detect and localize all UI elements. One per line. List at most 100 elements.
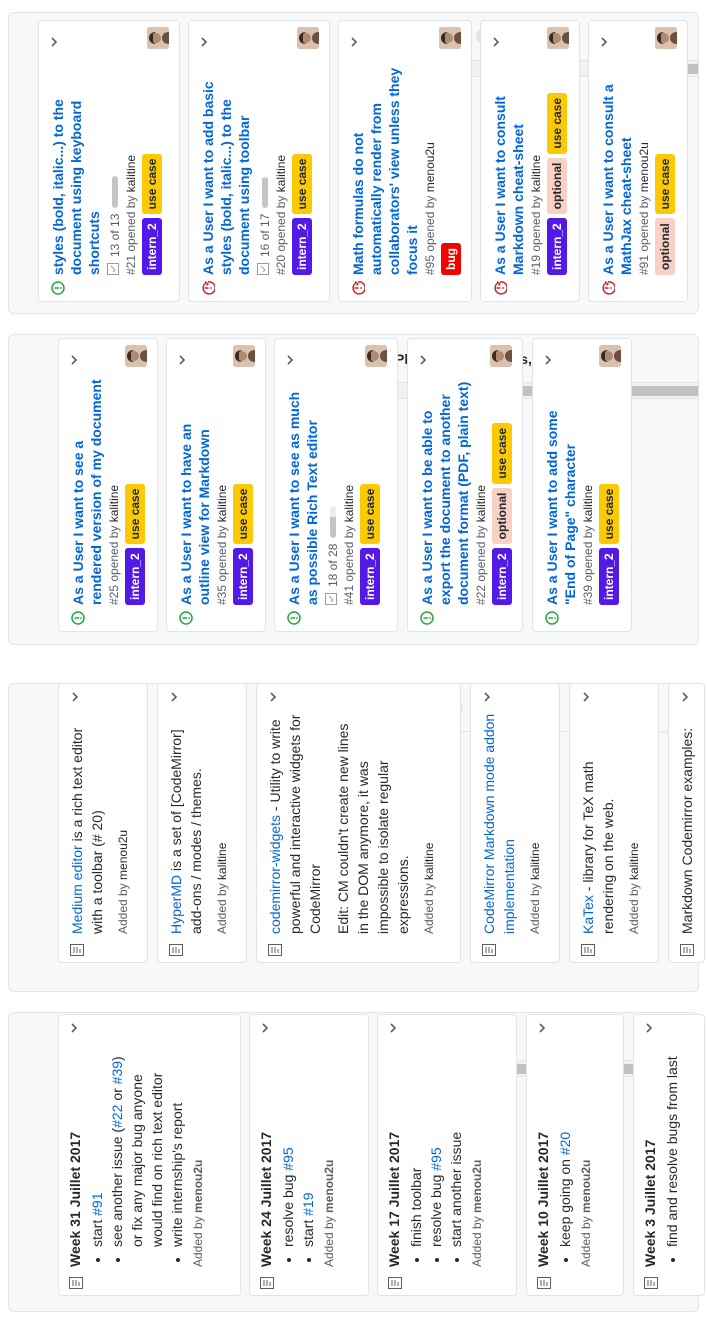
issue-number[interactable]: #19 [529,252,543,275]
label-use-case[interactable]: use case [292,153,312,215]
label-use-case[interactable]: use case [233,483,253,545]
added-by-user[interactable]: menou2u [579,1160,593,1213]
added-by-user[interactable]: menou2u [470,1160,484,1213]
card-menu-chevron-icon[interactable] [677,690,691,704]
card-menu-chevron-icon[interactable] [386,1021,400,1035]
issue-link[interactable]: #19 [300,1193,316,1216]
issue-author[interactable]: kalitine [581,485,595,522]
label-use-case[interactable]: use case [547,92,567,154]
issue-title[interactable]: As a User I want to add basic styles (bo… [199,61,253,275]
issue-number[interactable]: #21 [124,252,138,275]
card-menu-chevron-icon[interactable] [535,1021,549,1035]
issue-link[interactable]: #91 [89,1193,105,1216]
issue-link[interactable]: #22 [109,1105,125,1128]
issue-title[interactable]: As a User I want to add some "End of Pag… [543,379,579,606]
card-menu-chevron-icon[interactable] [175,353,189,367]
roadmap-note-card[interactable]: Week 3 Juillet 2017 find and resolve bugs… [633,1014,705,1296]
issue-number[interactable]: #35 [215,582,229,605]
avatar[interactable] [297,27,319,49]
label-intern_2[interactable]: intern_2 [599,548,619,605]
label-use-case[interactable]: use case [125,483,145,545]
card-menu-chevron-icon[interactable] [416,353,430,367]
issue-author[interactable]: kalitine [107,485,121,522]
plugin-note-card[interactable]: Medium editor is a rich text editor with… [58,683,148,963]
roadmap-note-card[interactable]: Week 17 Juillet 2017finish toolbarresolv… [377,1014,517,1296]
issue-card[interactable]: As a User I want to be able to export th… [407,338,523,632]
label-intern_2[interactable]: intern_2 [142,218,162,275]
roadmap-note-card[interactable]: Week 31 Juillet 2017start #91see another… [58,1014,241,1296]
avatar[interactable] [547,27,569,49]
label-use-case[interactable]: use case [599,483,619,545]
issue-link[interactable]: #95 [280,1147,296,1170]
avatar[interactable] [365,345,387,367]
issue-link[interactable]: #95 [428,1147,444,1170]
issue-title[interactable]: As a User I want to be able to export th… [418,379,472,605]
issue-author[interactable]: kalitine [474,485,488,522]
issue-title[interactable]: As a User I want to see a rendered versi… [69,379,105,605]
added-by-user[interactable]: kalitine [215,843,229,880]
plugin-note-card[interactable]: CodeMirror Markdown mode addon implement… [470,683,560,963]
issue-author[interactable]: kalitine [215,485,229,522]
issue-author[interactable]: menou2u [637,142,651,192]
card-menu-chevron-icon[interactable] [541,353,555,367]
card-menu-chevron-icon[interactable] [67,690,81,704]
issue-card[interactable]: As a User I want to consult Markdown che… [480,20,580,302]
added-by-user[interactable]: menou2u [191,1160,205,1213]
added-by-user[interactable]: menou2u [116,830,130,880]
issue-number[interactable]: #39 [581,582,595,605]
avatar[interactable] [599,345,621,367]
issue-title[interactable]: As a User I want to consult Markdown che… [491,61,527,275]
card-menu-chevron-icon[interactable] [166,690,180,704]
card-menu-chevron-icon[interactable] [67,353,81,367]
card-menu-chevron-icon[interactable] [265,690,279,704]
resource-link[interactable]: KaTex [580,895,596,934]
label-optional[interactable]: optional [655,218,675,275]
issue-author[interactable]: kalitine [124,155,138,192]
card-menu-chevron-icon[interactable] [479,690,493,704]
issue-title[interactable]: styles (bold, italic...) to the document… [49,61,103,275]
avatar[interactable] [490,345,512,367]
issue-card[interactable]: As a User I want to have an outline view… [166,338,266,632]
label-intern_2[interactable]: intern_2 [492,548,512,605]
card-menu-chevron-icon[interactable] [197,35,211,49]
card-menu-chevron-icon[interactable] [489,35,503,49]
avatar[interactable] [125,345,147,367]
added-by-user[interactable]: menou2u [322,1160,336,1213]
card-menu-chevron-icon[interactable] [283,353,297,367]
label-intern_2[interactable]: intern_2 [233,548,253,605]
issue-number[interactable]: #95 [423,252,437,275]
issue-title[interactable]: As a User I want to have an outline view… [177,379,213,605]
label-use-case[interactable]: use case [655,153,675,215]
issue-number[interactable]: #91 [637,252,651,275]
added-by-user[interactable]: kalitine [528,843,542,880]
issue-title[interactable]: As a User I want to see as much as possi… [285,379,321,605]
issue-number[interactable]: #41 [342,582,356,605]
avatar[interactable] [655,27,677,49]
card-menu-chevron-icon[interactable] [347,35,361,49]
plugin-note-card[interactable]: codemirror-widgets - Utility to write po… [256,683,461,963]
label-intern_2[interactable]: intern_2 [360,548,380,605]
plugin-note-card[interactable]: KaTex - library for TeX math rendering o… [569,683,659,963]
issue-card[interactable]: As a User I want to see as much as possi… [274,338,398,632]
issue-card[interactable]: As a User I want to add some "End of Pag… [532,338,632,632]
label-optional[interactable]: optional [547,157,567,215]
added-by-user[interactable]: kalitine [627,843,641,880]
resource-link[interactable]: codemirror-widgets [267,815,283,934]
issue-author[interactable]: kalitine [342,485,356,522]
card-menu-chevron-icon[interactable] [47,35,61,49]
label-optional[interactable]: optional [492,487,512,545]
issue-card[interactable]: As a User I want to see a rendered versi… [58,338,158,632]
label-intern_2[interactable]: intern_2 [547,218,567,275]
issue-card[interactable]: Math formulas do not automatically rende… [338,20,472,302]
issue-number[interactable]: #20 [274,252,288,275]
resource-link[interactable]: HyperMD [168,875,184,934]
avatar[interactable] [439,27,461,49]
resource-link[interactable]: Medium editor [69,845,85,934]
issue-author[interactable]: menou2u [423,142,437,192]
card-menu-chevron-icon[interactable] [578,690,592,704]
card-menu-chevron-icon[interactable] [258,1021,272,1035]
issue-title[interactable]: As a User I want to consult a MathJax ch… [599,61,635,275]
issue-number[interactable]: #22 [474,582,488,605]
issue-link[interactable]: #20 [557,1132,573,1155]
label-intern_2[interactable]: intern_2 [125,548,145,605]
